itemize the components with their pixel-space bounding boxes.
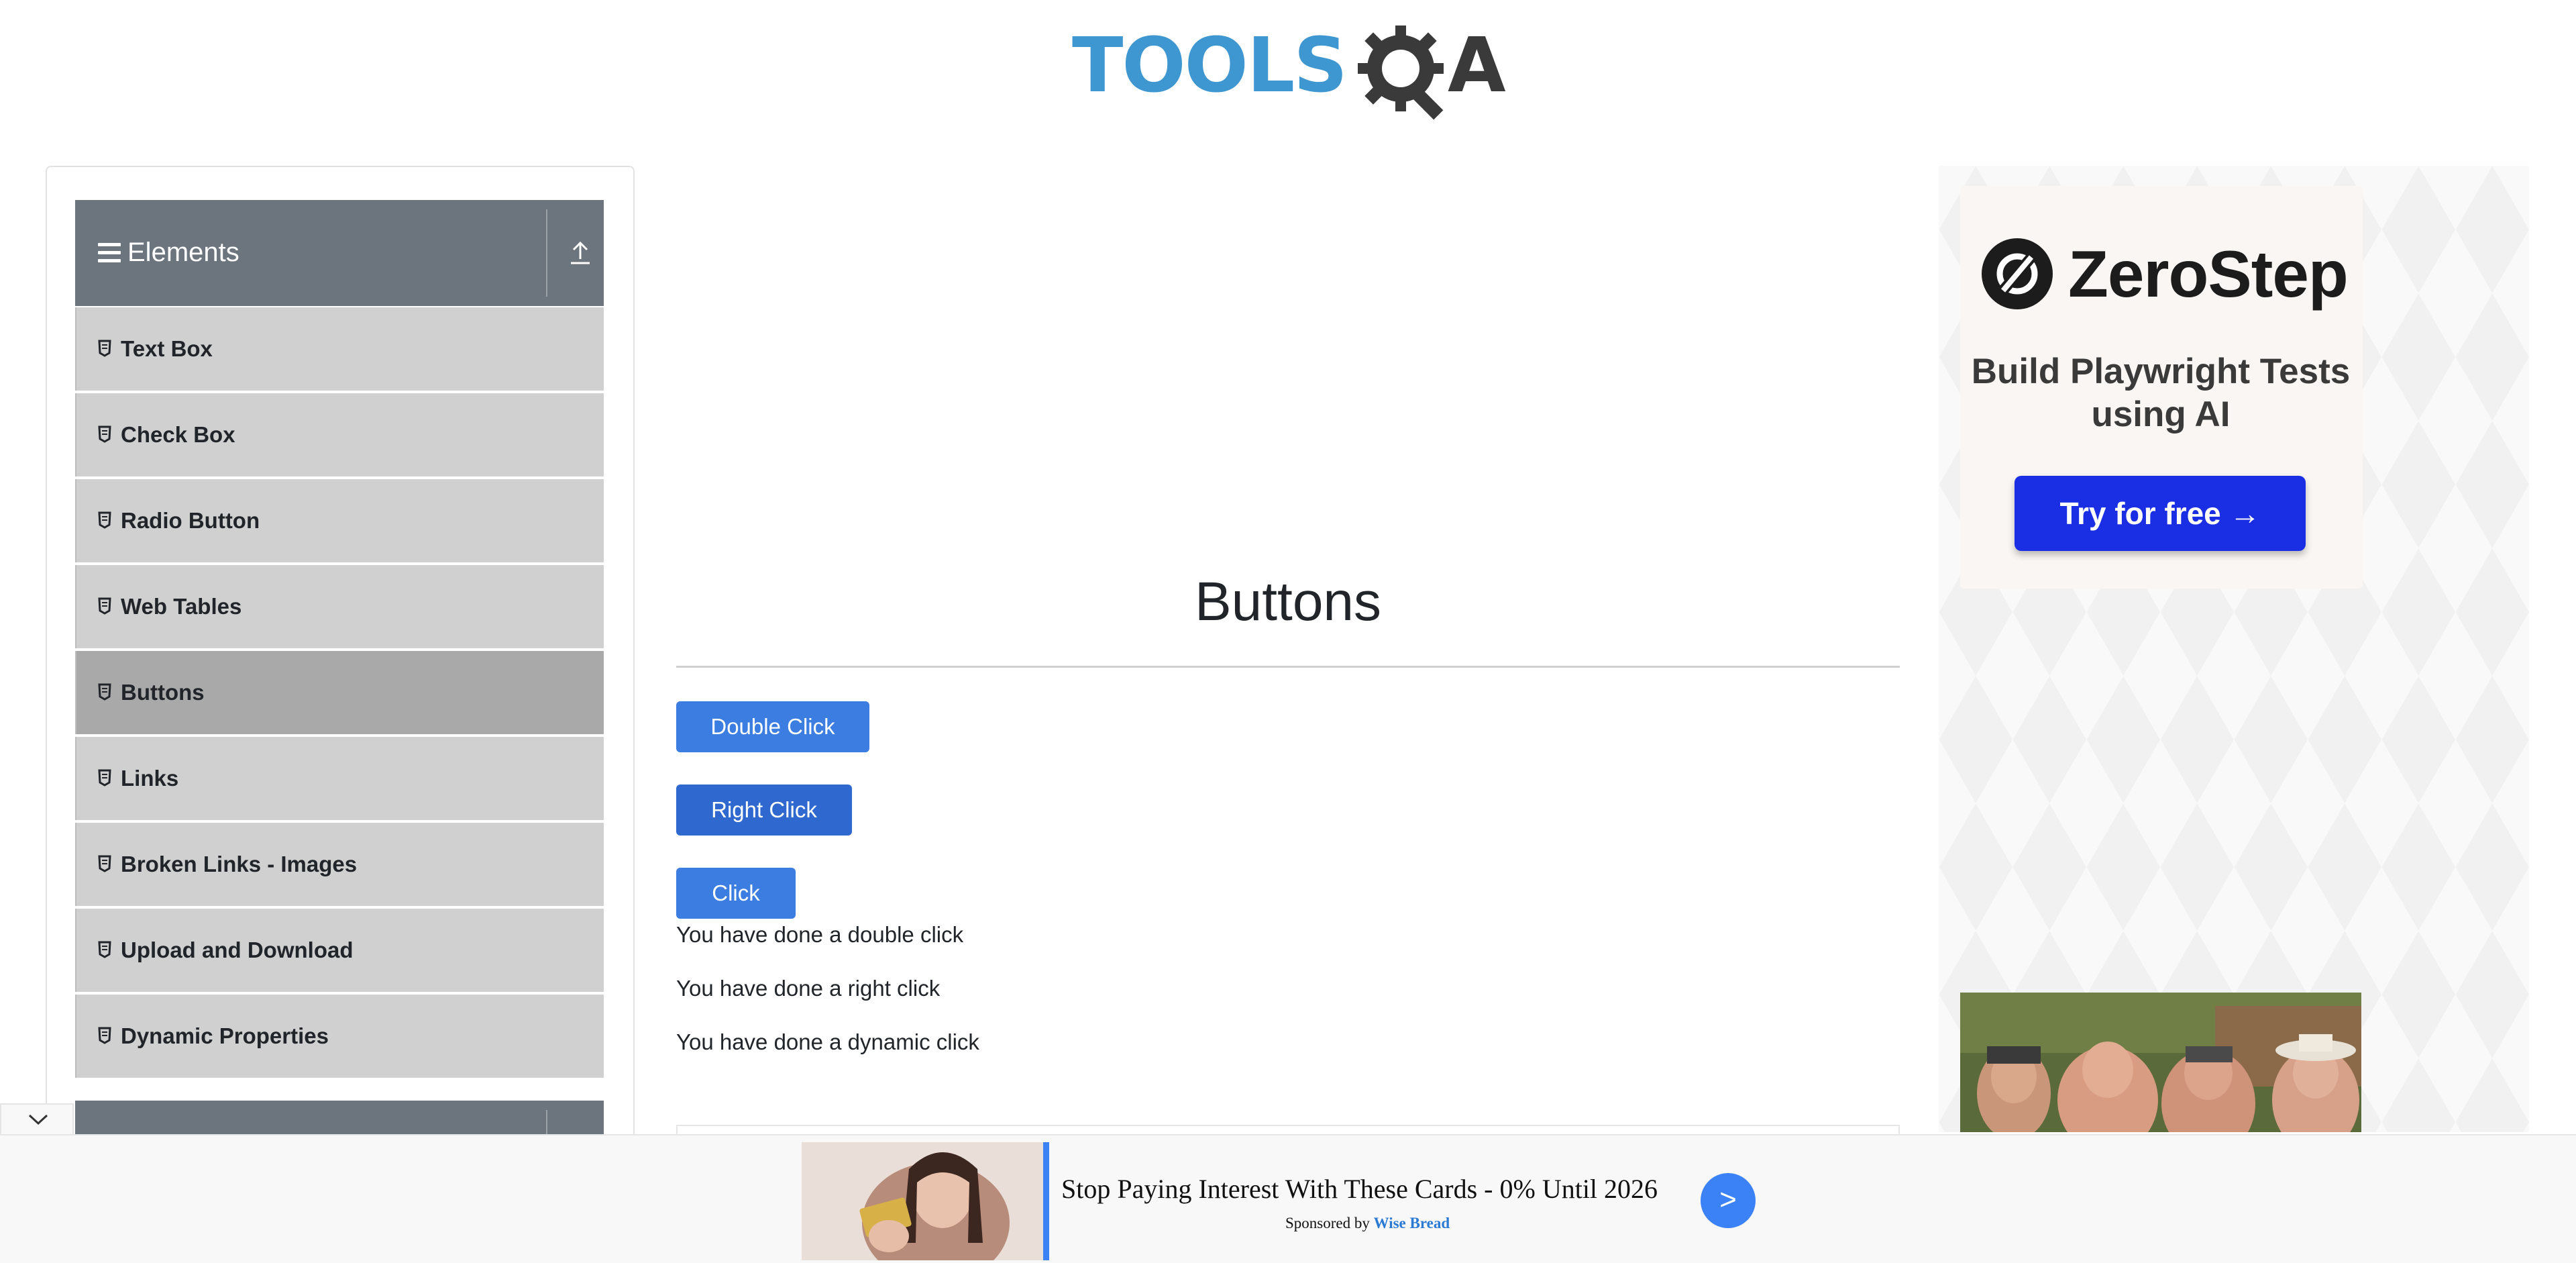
shield-icon bbox=[98, 769, 111, 787]
logo-text-a: A bbox=[1448, 22, 1506, 109]
zerostep-brand: ZeroStep bbox=[2068, 237, 2349, 311]
shield-icon bbox=[98, 941, 111, 958]
right-click-button[interactable]: Right Click Me bbox=[676, 785, 852, 873]
shield-icon bbox=[98, 855, 111, 872]
sidebar-item-label: Text Box bbox=[121, 336, 213, 361]
sidebar-item-text-box[interactable]: Text Box bbox=[75, 307, 604, 391]
sidebar-item-label: Radio Button bbox=[121, 508, 260, 533]
sidebar-item-links[interactable]: Links bbox=[75, 737, 604, 820]
sponsor-brand-link[interactable]: Wise Bread bbox=[1374, 1215, 1450, 1231]
sidebar-item-label: Dynamic Properties bbox=[121, 1023, 329, 1048]
sidebar-item-dynamic-properties[interactable]: Dynamic Properties bbox=[75, 995, 604, 1078]
elements-group-header[interactable]: Elements bbox=[75, 200, 604, 306]
title-divider bbox=[676, 666, 1900, 668]
shield-icon bbox=[98, 683, 111, 701]
sidebar-item-web-tables[interactable]: Web Tables bbox=[75, 565, 604, 648]
menu-icon bbox=[98, 243, 121, 263]
sidebar-item-buttons[interactable]: Buttons bbox=[75, 651, 604, 734]
sponsor-prefix: Sponsored by bbox=[1285, 1215, 1374, 1231]
chevron-down-icon bbox=[28, 1114, 48, 1125]
photo-ad-image[interactable] bbox=[1960, 993, 2361, 1132]
shield-icon bbox=[98, 511, 111, 529]
try-for-free-button[interactable]: Try for free → bbox=[2015, 476, 2306, 551]
sidebar-item-label: Web Tables bbox=[121, 594, 242, 619]
group-title: Elements bbox=[127, 238, 239, 267]
sidebar-item-label: Links bbox=[121, 766, 179, 791]
right-click-message: You have done a right click bbox=[676, 976, 941, 1001]
sidebar-item-check-box[interactable]: Check Box bbox=[75, 393, 604, 476]
zerostep-logo-icon bbox=[1982, 238, 2053, 309]
sidebar-item-label: Buttons bbox=[121, 680, 205, 705]
sidebar-item-radio-button[interactable]: Radio Button bbox=[75, 479, 604, 562]
scroll-toggle[interactable] bbox=[0, 1103, 74, 1134]
shield-icon bbox=[98, 340, 111, 357]
double-click-message: You have done a double click bbox=[676, 922, 964, 947]
bottom-ad-sponsor: Sponsored by Wise Bread bbox=[1285, 1215, 1450, 1232]
bottom-ad-go-button[interactable]: > bbox=[1701, 1173, 1756, 1228]
shield-icon bbox=[98, 425, 111, 443]
dynamic-click-button[interactable]: Click Me bbox=[676, 868, 796, 956]
sidebar-item-label: Broken Links - Images bbox=[121, 852, 358, 876]
zerostep-tagline: Build Playwright Tests using AI bbox=[1971, 352, 2351, 434]
page-title: Buttons bbox=[1194, 571, 1382, 632]
shield-icon bbox=[98, 597, 111, 615]
sidebar-item-label: Check Box bbox=[121, 422, 235, 447]
bottom-ad-image[interactable] bbox=[802, 1142, 1043, 1260]
sidebar-item-label: Upload and Download bbox=[121, 938, 354, 962]
bottom-ad-accent bbox=[1043, 1142, 1049, 1260]
site-logo[interactable]: TOOLS A bbox=[1072, 20, 1508, 121]
sidebar-menu: Text Box Check Box Radio Button Web Tabl… bbox=[75, 307, 604, 1080]
gear-icon bbox=[1358, 26, 1444, 120]
bottom-ad-headline[interactable]: Stop Paying Interest With These Cards - … bbox=[1061, 1172, 1658, 1207]
double-click-button[interactable]: Double Click Me bbox=[676, 701, 869, 790]
dynamic-click-message: You have done a dynamic click bbox=[676, 1029, 979, 1054]
header-divider bbox=[546, 209, 547, 297]
sidebar-item-broken-links[interactable]: Broken Links - Images bbox=[75, 823, 604, 906]
sidebar-item-upload-download[interactable]: Upload and Download bbox=[75, 909, 604, 992]
shield-icon bbox=[98, 1027, 111, 1044]
collapse-up-icon[interactable] bbox=[568, 239, 593, 266]
logo-text: TOOLS bbox=[1072, 22, 1348, 109]
